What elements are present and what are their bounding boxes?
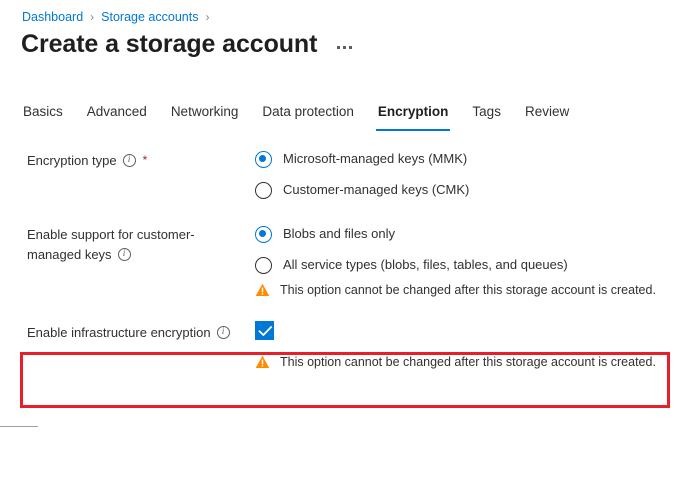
- breadcrumb-item-storage-accounts[interactable]: Storage accounts: [101, 9, 198, 25]
- infrastructure-encryption-label-group: Enable infrastructure encryption: [0, 321, 255, 343]
- warning-text: This option cannot be changed after this…: [280, 354, 656, 371]
- cmk-support-label: Enable support for customer-managed keys: [27, 227, 195, 262]
- radio-label: Customer-managed keys (CMK): [283, 181, 469, 199]
- warning-icon: [255, 283, 270, 297]
- info-icon[interactable]: [217, 326, 230, 339]
- tab-basics[interactable]: Basics: [11, 100, 75, 131]
- form-row-encryption-type: Encryption type * Microsoft-managed keys …: [0, 150, 685, 199]
- tab-advanced[interactable]: Advanced: [75, 100, 159, 131]
- tab-data-protection[interactable]: Data protection: [250, 100, 366, 131]
- encryption-type-label-group: Encryption type *: [0, 150, 255, 171]
- tab-review[interactable]: Review: [513, 100, 581, 131]
- tab-bar: Basics Advanced Networking Data protecti…: [11, 100, 581, 131]
- radio-mark: [255, 151, 272, 168]
- infrastructure-encryption-label: Enable infrastructure encryption: [27, 325, 211, 340]
- breadcrumb-item-dashboard[interactable]: Dashboard: [22, 9, 83, 25]
- encryption-type-radio-group: Microsoft-managed keys (MMK) Customer-ma…: [255, 150, 685, 199]
- info-icon[interactable]: [123, 154, 136, 167]
- warning-icon: [255, 355, 270, 369]
- cmk-support-radio-group: Blobs and files only All service types (…: [255, 225, 685, 299]
- breadcrumb-separator-icon: ›: [90, 9, 94, 25]
- infrastructure-encryption-warning: This option cannot be changed after this…: [255, 354, 685, 371]
- radio-microsoft-managed-keys[interactable]: Microsoft-managed keys (MMK): [255, 150, 685, 168]
- section-divider: [0, 426, 38, 427]
- radio-mark: [255, 226, 272, 243]
- encryption-form: Encryption type * Microsoft-managed keys …: [0, 150, 685, 371]
- radio-mark: [255, 182, 272, 199]
- more-options-icon[interactable]: [335, 42, 354, 53]
- ellipsis-dot: [343, 46, 346, 49]
- radio-label: All service types (blobs, files, tables,…: [283, 256, 568, 274]
- info-icon[interactable]: [118, 248, 131, 261]
- cmk-support-warning: This option cannot be changed after this…: [255, 282, 685, 299]
- tab-encryption[interactable]: Encryption: [366, 100, 461, 131]
- infrastructure-encryption-control: This option cannot be changed after this…: [255, 321, 685, 371]
- encryption-type-label: Encryption type: [27, 153, 117, 168]
- page-title: Create a storage account: [21, 28, 317, 60]
- breadcrumb-separator-icon: ›: [205, 9, 209, 25]
- tab-tags[interactable]: Tags: [460, 100, 513, 131]
- infrastructure-encryption-checkbox[interactable]: [255, 321, 274, 340]
- warning-text: This option cannot be changed after this…: [280, 282, 656, 299]
- breadcrumb: Dashboard › Storage accounts ›: [22, 9, 216, 25]
- required-asterisk: *: [143, 153, 148, 167]
- radio-mark: [255, 257, 272, 274]
- radio-label: Microsoft-managed keys (MMK): [283, 150, 467, 168]
- radio-all-service-types[interactable]: All service types (blobs, files, tables,…: [255, 256, 685, 274]
- form-row-infrastructure-encryption: Enable infrastructure encryption This op…: [0, 321, 685, 371]
- radio-blobs-and-files-only[interactable]: Blobs and files only: [255, 225, 685, 243]
- ellipsis-dot: [337, 46, 340, 49]
- page-header: Create a storage account: [21, 28, 354, 60]
- tab-networking[interactable]: Networking: [159, 100, 251, 131]
- ellipsis-dot: [349, 46, 352, 49]
- form-row-cmk-support: Enable support for customer-managed keys…: [0, 225, 685, 299]
- cmk-support-label-group: Enable support for customer-managed keys: [0, 225, 255, 265]
- radio-label: Blobs and files only: [283, 225, 395, 243]
- radio-customer-managed-keys[interactable]: Customer-managed keys (CMK): [255, 181, 685, 199]
